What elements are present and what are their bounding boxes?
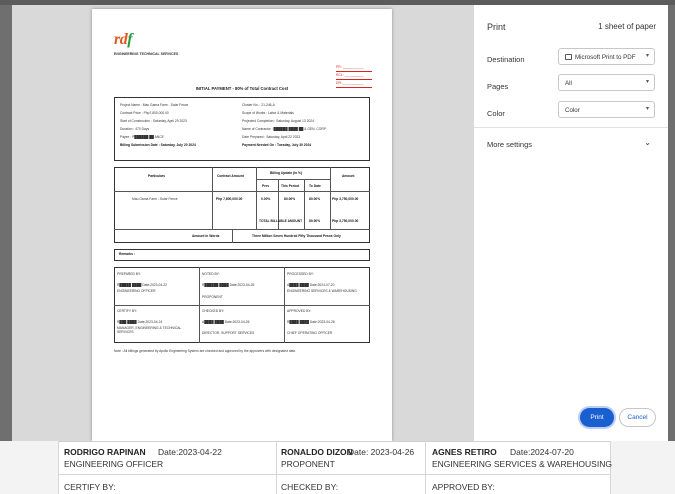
bg-signer-role: PROPONENT bbox=[281, 459, 335, 469]
pages-label: Pages bbox=[487, 82, 509, 91]
divider bbox=[58, 441, 59, 494]
bg-signer-date: Date:2023-04-22 bbox=[158, 447, 222, 457]
td-amount: Php 3,750,000.00 bbox=[332, 197, 359, 201]
bg-certify-label: CERTIFY BY: bbox=[64, 482, 116, 492]
cancel-button[interactable]: Cancel bbox=[619, 408, 656, 427]
destination-select[interactable]: Microsoft Print to PDF ▾ bbox=[558, 48, 655, 65]
info-payee: Payee : P██████ ██ ANCE bbox=[120, 135, 164, 139]
info-duration: Duration : 470 Days bbox=[120, 127, 150, 131]
info-scope: Scope of Works : Labor & Materials bbox=[242, 111, 294, 115]
document-title: INITIAL PAYMENT - 80% of Total Contract … bbox=[195, 86, 289, 91]
th-billing-update: Billing Update (in %) bbox=[270, 171, 303, 175]
print-preview-pane[interactable]: rdf ENGINEERING TECHNICAL SERVICES PR: _… bbox=[12, 5, 474, 441]
signer-name: R████ ████ Date:2023-04-26 bbox=[287, 320, 335, 324]
divider bbox=[58, 474, 610, 475]
printer-icon bbox=[565, 54, 572, 60]
td-particular: Mau Gama Farm - Solar Fence bbox=[132, 197, 178, 201]
destination-label: Destination bbox=[487, 55, 525, 64]
th-particulars: Particulars bbox=[148, 174, 166, 178]
info-payment-needed: Payment Needed On : Tuesday, July 30 202… bbox=[242, 143, 312, 147]
info-date-prepared: Date Prepared : Saturday, April 22 2023 bbox=[242, 135, 301, 139]
more-settings-toggle[interactable]: More settings bbox=[487, 140, 532, 149]
info-billing-date: Billing Submission Date : Saturday, July… bbox=[120, 143, 196, 147]
bg-signer-date: Date:2024-07-20 bbox=[510, 447, 574, 457]
amount-in-words-value: Three Million Seven Hundred Fifty Thousa… bbox=[252, 234, 341, 238]
bg-signer-name: RODRIGO RAPINAN bbox=[64, 447, 146, 457]
td-contract-amount: Php 7,800,000.00 bbox=[216, 197, 243, 201]
signer-role: ENGINEERING SERVICES & WAREHOUSING bbox=[287, 289, 357, 293]
signer-name: R█████ ████ Date:2023-04-22 bbox=[117, 283, 167, 287]
info-start: Start of Construction : Saturday, April … bbox=[120, 119, 187, 123]
th-prev: Prev bbox=[262, 184, 270, 188]
signer-name: R███ ████ Date:2023-04-24 bbox=[117, 320, 163, 324]
company-logo: rdf bbox=[114, 31, 133, 48]
color-label: Color bbox=[487, 109, 505, 118]
total-label: TOTAL BILLABLE AMOUNT bbox=[259, 219, 303, 223]
certify-by-label: CERTIFY BY: bbox=[117, 309, 138, 313]
th-this-period: This Period bbox=[281, 184, 299, 188]
bg-signer-name: AGNES RETIRO bbox=[432, 447, 497, 457]
signer-role: ENGINEERING OFFICER bbox=[117, 289, 156, 293]
bg-signer-role: ENGINEERING OFFICER bbox=[64, 459, 164, 469]
approved-by-label: APPROVED BY: bbox=[287, 309, 312, 313]
td-prev: 0.00% bbox=[261, 197, 271, 201]
divider bbox=[425, 441, 426, 494]
info-project-name: Project Name : Mau Gama Farm - Solar Fen… bbox=[120, 103, 189, 107]
signer-name: A████ ████ Date:2024-07-20 bbox=[287, 283, 335, 287]
bg-checked-label: CHECKED BY: bbox=[281, 482, 339, 492]
footer-note: Note : All billings generated by Apollo … bbox=[114, 349, 297, 353]
bg-signer-role: ENGINEERING SERVICES & WAREHOUSING bbox=[432, 459, 612, 469]
chevron-down-icon: ▾ bbox=[645, 79, 649, 85]
sheet-count: 1 sheet of paper bbox=[598, 22, 656, 31]
th-amount: Amount bbox=[342, 174, 355, 178]
signer-name: R██████ ████ Date:2023-04-26 bbox=[202, 283, 255, 287]
td-this-period: 80.00% bbox=[284, 197, 296, 201]
signer-role: PROPONENT bbox=[202, 295, 223, 299]
info-contract-price: Contract Price : Php7,800,000.00 bbox=[120, 111, 169, 115]
bg-approved-label: APPROVED BY: bbox=[432, 482, 495, 492]
info-contractor: Name of Contractor : ██████ ████ ██ & GE… bbox=[242, 127, 326, 131]
remarks-label: Remarks : bbox=[119, 252, 135, 256]
total-amount: Php 3,750,000.00 bbox=[332, 219, 359, 223]
th-to-date: To Date bbox=[309, 184, 321, 188]
chevron-down-icon: ▾ bbox=[645, 53, 649, 59]
prepared-by-label: PREPARED BY: bbox=[117, 272, 141, 276]
print-settings-panel: Print 1 sheet of paper Destination Micro… bbox=[474, 5, 668, 441]
bg-signer-date: Date: 2023-04-26 bbox=[348, 447, 415, 457]
signer-role: CHIEF OPERATING OFFICER bbox=[287, 331, 333, 335]
chevron-down-icon[interactable]: ⌄ bbox=[644, 138, 651, 147]
signer-name: A████ ████ Date:2023-04-26 bbox=[202, 320, 250, 324]
divider bbox=[474, 127, 668, 128]
amount-in-words-label: Amount in Words bbox=[192, 234, 220, 238]
pages-select[interactable]: All ▾ bbox=[558, 74, 655, 91]
remarks-box bbox=[114, 249, 370, 261]
signer-role: DIRECTOR, SUPPORT SERVICES bbox=[202, 331, 255, 335]
divider bbox=[276, 441, 277, 494]
td-to-date: 80.00% bbox=[309, 197, 321, 201]
print-button[interactable]: Print bbox=[580, 408, 614, 427]
chevron-down-icon: ▾ bbox=[645, 106, 649, 112]
preview-page: rdf ENGINEERING TECHNICAL SERVICES PR: _… bbox=[92, 9, 392, 441]
signer-role: MANAGER, ENGINEERING & TECHNICAL SERVICE… bbox=[117, 326, 182, 334]
billing-table bbox=[114, 167, 370, 243]
checked-by-label: CHECKED BY: bbox=[202, 309, 225, 313]
info-cluster: Cluster No. : 21-246-A bbox=[242, 103, 275, 107]
dialog-title: Print bbox=[487, 22, 506, 32]
color-select[interactable]: Color ▾ bbox=[558, 101, 655, 118]
bg-signer-name: RONALDO DIZON bbox=[281, 447, 353, 457]
reference-fields: PR: ___________ RCL: __________ DR: ____… bbox=[336, 64, 372, 88]
total-pct: 80.00% bbox=[309, 219, 321, 223]
processed-by-label: PROCESSED BY: bbox=[287, 272, 314, 276]
th-contract-amount: Contract Amount bbox=[217, 174, 244, 178]
noted-by-label: NOTED BY: bbox=[202, 272, 220, 276]
logo-subtitle: ENGINEERING TECHNICAL SERVICES bbox=[114, 52, 179, 56]
info-completion: Projected Completion : Saturday, August … bbox=[242, 119, 314, 123]
